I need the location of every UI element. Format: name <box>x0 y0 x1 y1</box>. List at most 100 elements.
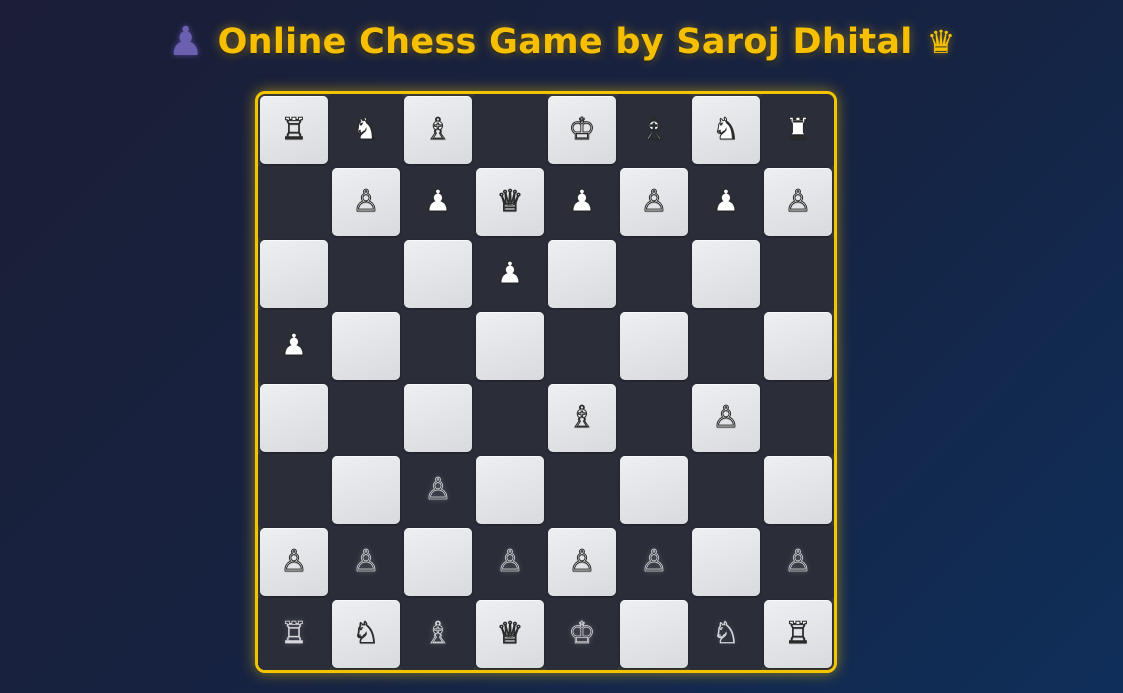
board-square-e3[interactable] <box>546 454 618 526</box>
board-square-h3[interactable] <box>764 456 832 524</box>
black-king-piece[interactable]: ♔ <box>568 618 596 649</box>
board-square-g5[interactable] <box>690 310 762 382</box>
black-knight-piece[interactable]: ♘ <box>352 618 380 649</box>
board-square-h4[interactable] <box>762 382 834 454</box>
board-square-b2[interactable]: ♙ <box>330 526 402 598</box>
board-square-e7[interactable]: ♟ <box>546 166 618 238</box>
board-square-d3[interactable] <box>476 456 544 524</box>
black-pawn-piece[interactable]: ♙ <box>712 402 740 433</box>
white-king-piece[interactable]: ♔ <box>568 114 596 145</box>
black-rook-piece[interactable]: ♖ <box>784 618 812 649</box>
board-square-c6[interactable] <box>404 240 472 308</box>
board-square-g7[interactable]: ♟ <box>690 166 762 238</box>
board-square-f1[interactable] <box>620 600 688 668</box>
white-pawn-piece[interactable]: ♙ <box>352 186 380 217</box>
board-square-g6[interactable] <box>692 240 760 308</box>
board-square-c7[interactable]: ♟ <box>402 166 474 238</box>
board-square-b5[interactable] <box>332 312 400 380</box>
white-bishop-piece[interactable]: ♗ <box>640 114 668 145</box>
board-square-e8[interactable]: ♔ <box>548 96 616 164</box>
board-square-e1[interactable]: ♔ <box>546 598 618 670</box>
board-square-d7[interactable]: ♕ <box>476 168 544 236</box>
board-square-g1[interactable]: ♘ <box>690 598 762 670</box>
white-pawn-piece[interactable]: ♟ <box>424 186 452 217</box>
board-square-e5[interactable] <box>546 310 618 382</box>
board-square-d6[interactable]: ♟ <box>474 238 546 310</box>
board-square-f4[interactable] <box>618 382 690 454</box>
black-bishop-piece[interactable]: ♗ <box>568 402 596 433</box>
board-square-h7[interactable]: ♙ <box>764 168 832 236</box>
board-square-g8[interactable]: ♞ <box>692 96 760 164</box>
white-knight-piece[interactable]: ♞ <box>712 114 740 145</box>
board-square-c2[interactable] <box>404 528 472 596</box>
board-square-f5[interactable] <box>620 312 688 380</box>
black-pawn-piece[interactable]: ♙ <box>784 546 812 577</box>
board-square-e2[interactable]: ♙ <box>548 528 616 596</box>
board-square-d1[interactable]: ♕ <box>476 600 544 668</box>
board-square-b4[interactable] <box>330 382 402 454</box>
board-square-f7[interactable]: ♙ <box>620 168 688 236</box>
board-square-c1[interactable]: ♗ <box>402 598 474 670</box>
board-square-a5[interactable]: ♟ <box>258 310 330 382</box>
board-square-b7[interactable]: ♙ <box>332 168 400 236</box>
board-square-f2[interactable]: ♙ <box>618 526 690 598</box>
black-bishop-piece[interactable]: ♗ <box>424 618 452 649</box>
board-square-a8[interactable]: ♖ <box>260 96 328 164</box>
board-square-c4[interactable] <box>404 384 472 452</box>
board-square-h5[interactable] <box>764 312 832 380</box>
board-square-a4[interactable] <box>260 384 328 452</box>
board-square-b1[interactable]: ♘ <box>332 600 400 668</box>
black-knight-piece[interactable]: ♘ <box>712 618 740 649</box>
black-pawn-piece[interactable]: ♙ <box>424 474 452 505</box>
board-square-h8[interactable]: ♜ <box>762 94 834 166</box>
black-pawn-piece[interactable]: ♙ <box>280 546 308 577</box>
board-square-a1[interactable]: ♖ <box>258 598 330 670</box>
black-rook-piece[interactable]: ♖ <box>280 618 308 649</box>
board-square-e4[interactable]: ♗ <box>548 384 616 452</box>
white-pawn-piece[interactable]: ♙ <box>784 186 812 217</box>
board-square-a3[interactable] <box>258 454 330 526</box>
page-title: Online Chess Game by Saroj Dhital <box>217 22 913 62</box>
black-pawn-piece[interactable]: ♙ <box>640 546 668 577</box>
white-knight-piece[interactable]: ♞ <box>352 114 380 145</box>
page-header: ♟ Online Chess Game by Saroj Dhital ♛ <box>0 14 1123 70</box>
board-square-b8[interactable]: ♞ <box>330 94 402 166</box>
white-queen-piece[interactable]: ♕ <box>496 186 524 217</box>
board-square-d4[interactable] <box>474 382 546 454</box>
white-pawn-piece[interactable]: ♟ <box>496 258 524 289</box>
black-pawn-piece[interactable]: ♙ <box>352 546 380 577</box>
board-square-h2[interactable]: ♙ <box>762 526 834 598</box>
board-square-f6[interactable] <box>618 238 690 310</box>
board-square-g4[interactable]: ♙ <box>692 384 760 452</box>
white-pawn-piece[interactable]: ♟ <box>568 186 596 217</box>
white-rook-piece[interactable]: ♜ <box>784 114 812 145</box>
board-square-c8[interactable]: ♗ <box>404 96 472 164</box>
board-square-b6[interactable] <box>330 238 402 310</box>
white-pawn-piece[interactable]: ♟ <box>712 186 740 217</box>
board-square-g3[interactable] <box>690 454 762 526</box>
white-rook-piece[interactable]: ♖ <box>280 114 308 145</box>
board-square-h1[interactable]: ♖ <box>764 600 832 668</box>
board-square-e6[interactable] <box>548 240 616 308</box>
black-queen-piece[interactable]: ♕ <box>496 618 524 649</box>
board-square-c3[interactable]: ♙ <box>402 454 474 526</box>
board-square-a6[interactable] <box>260 240 328 308</box>
board-square-c5[interactable] <box>402 310 474 382</box>
black-pawn-piece[interactable]: ♙ <box>568 546 596 577</box>
board-square-f8[interactable]: ♗ <box>618 94 690 166</box>
board-square-d8[interactable] <box>474 94 546 166</box>
board-square-b3[interactable] <box>332 456 400 524</box>
board-square-f3[interactable] <box>620 456 688 524</box>
board-square-d2[interactable]: ♙ <box>474 526 546 598</box>
chess-board-frame: ♖ ♞ ♗ ♔ ♗ ♞ ♜ ♙ ♟ ♕ ♟ ♙ ♟ ♙ ♟ ♟ ♗ ♙ ♙ ♙ ♙ ♙ ♙ ♙ ♙ ♖ ♘ ♗ ♕ ♔ ♘ ♖ <box>255 91 837 673</box>
black-pawn-piece[interactable]: ♙ <box>496 546 524 577</box>
white-pawn-piece[interactable]: ♙ <box>640 186 668 217</box>
crown-icon: ♛ <box>926 23 956 61</box>
board-square-d5[interactable] <box>476 312 544 380</box>
board-square-a7[interactable] <box>258 166 330 238</box>
board-square-h6[interactable] <box>762 238 834 310</box>
board-square-g2[interactable] <box>692 528 760 596</box>
board-square-a2[interactable]: ♙ <box>260 528 328 596</box>
white-bishop-piece[interactable]: ♗ <box>424 114 452 145</box>
white-pawn-piece[interactable]: ♟ <box>280 330 308 361</box>
